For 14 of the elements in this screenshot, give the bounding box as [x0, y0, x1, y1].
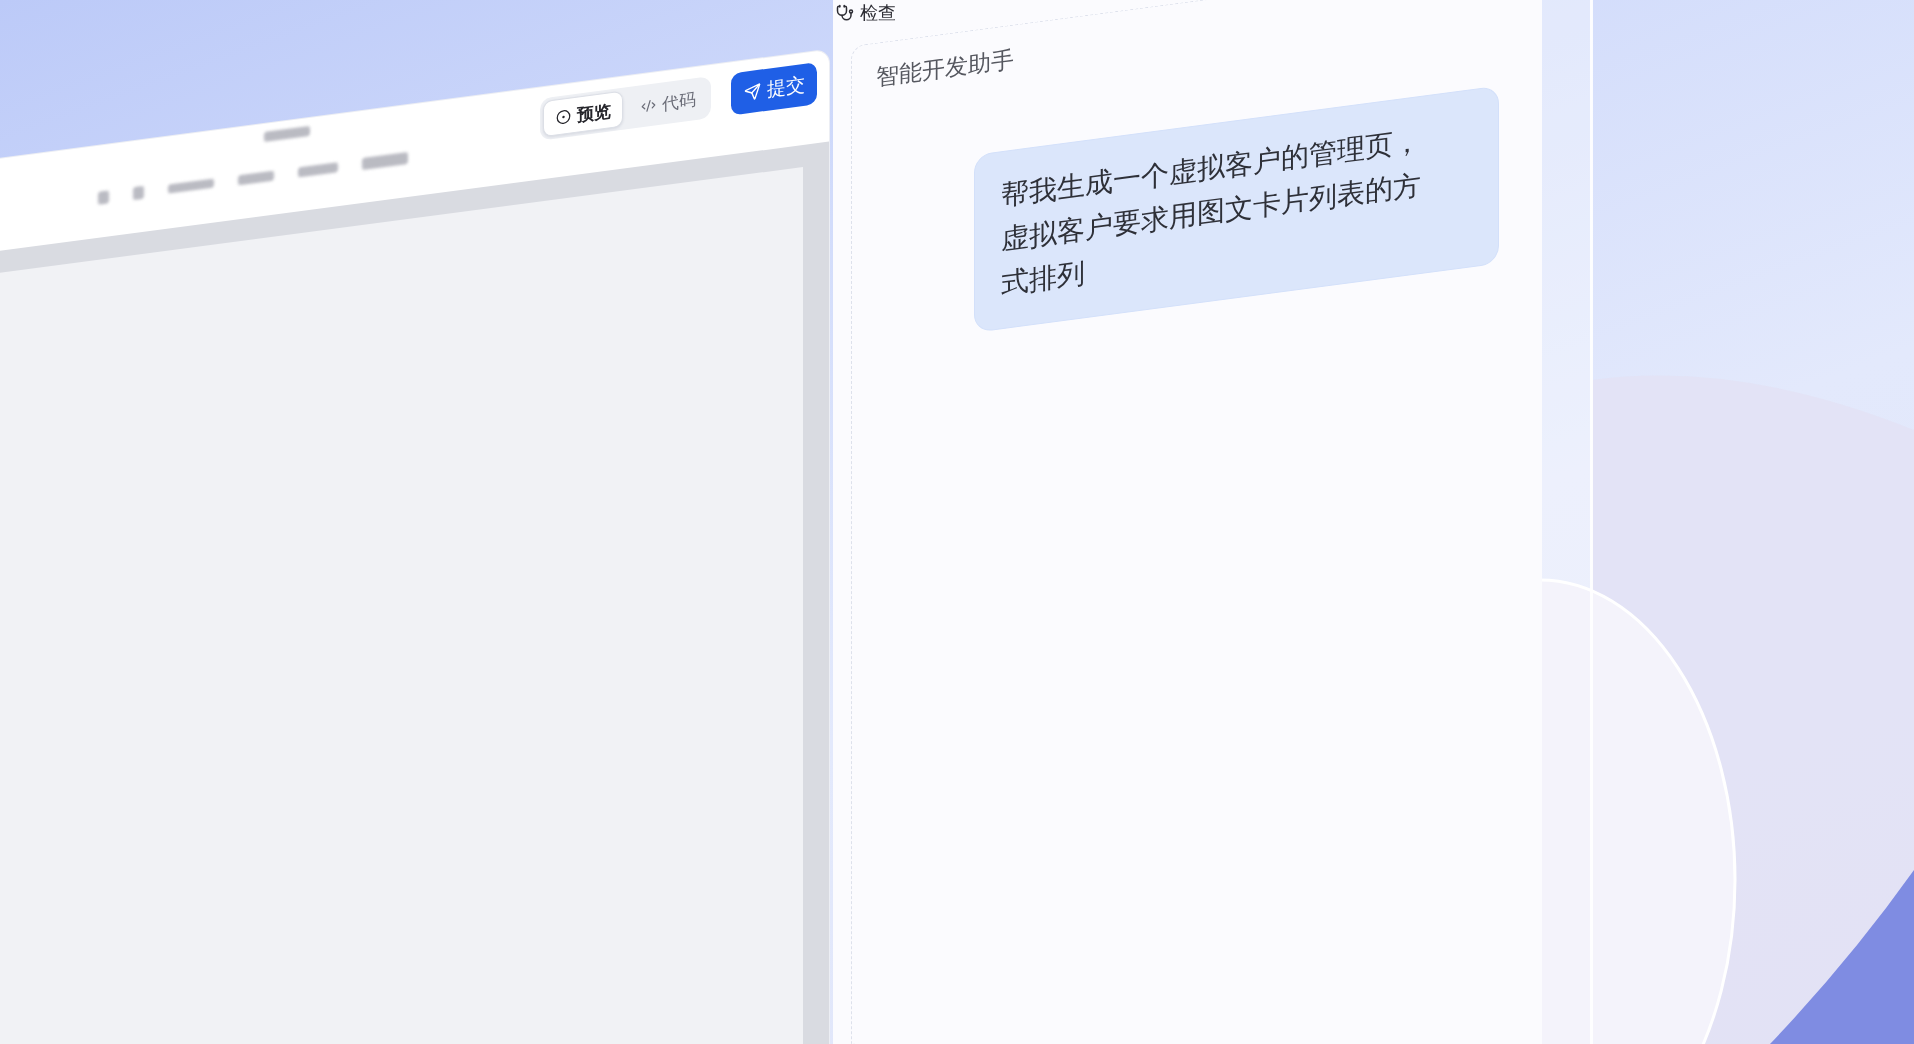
- blurred-toolbar-item: [168, 178, 214, 194]
- blurred-toolbar-item: [238, 170, 274, 185]
- circle-dot-icon: [555, 108, 571, 126]
- send-icon: [743, 82, 761, 102]
- view-tab[interactable]: 预览: [543, 90, 623, 138]
- stethoscope-icon: [836, 4, 854, 22]
- inspect-tab[interactable]: 检查: [836, 2, 896, 24]
- blurred-toolbar-item: [98, 190, 109, 205]
- blurred-toolbar-item: [298, 161, 338, 177]
- view-tab[interactable]: 代码: [628, 79, 708, 126]
- blurred-toolbar-item: [133, 185, 144, 201]
- blurred-toolbar-item: [264, 125, 310, 142]
- blurred-toolbar-item: [362, 151, 408, 170]
- submit-button[interactable]: 提交: [731, 62, 817, 116]
